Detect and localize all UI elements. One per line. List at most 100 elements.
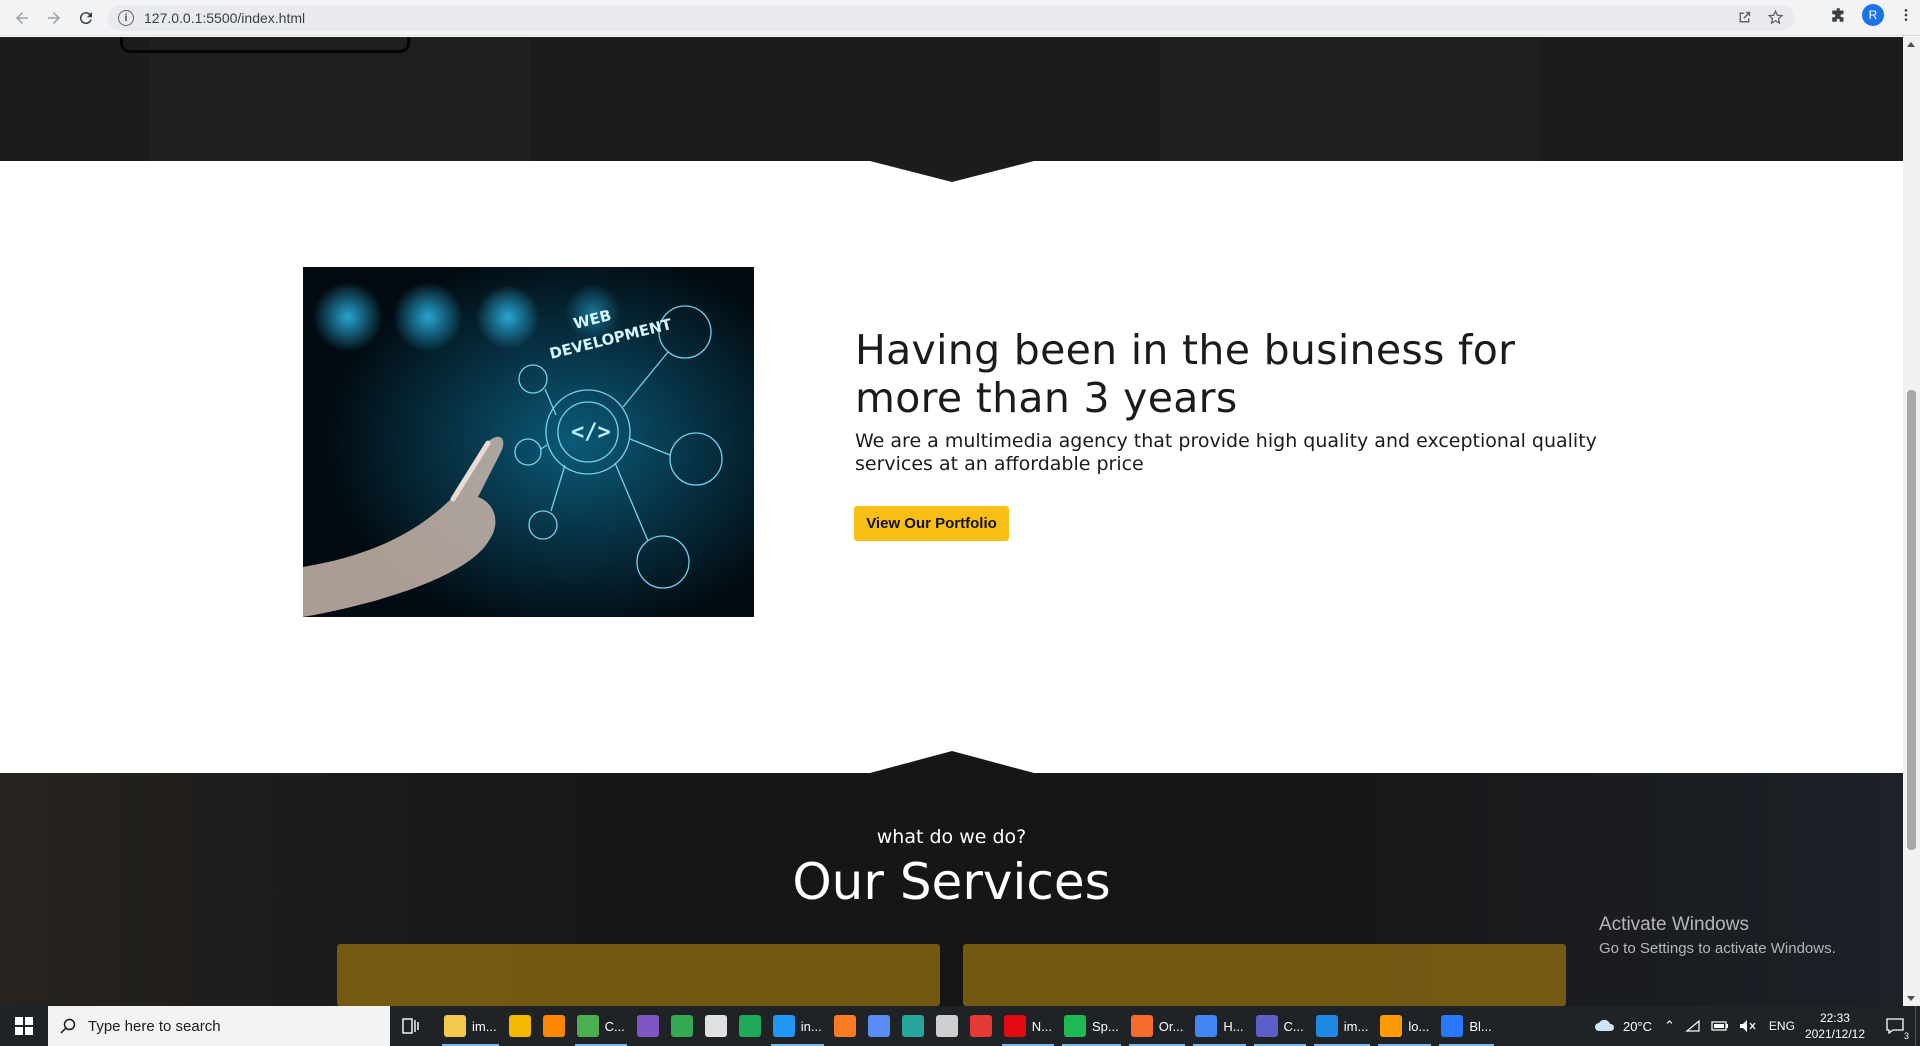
taskbar-app-label: N... bbox=[1031, 1018, 1052, 1034]
chrome-profile-icon bbox=[1195, 1015, 1218, 1037]
bookmark-star-icon[interactable] bbox=[1767, 9, 1784, 26]
network-icon[interactable] bbox=[1685, 1019, 1701, 1033]
services-title: Our Services bbox=[792, 853, 1111, 911]
taskbar-app-label: Bl... bbox=[1469, 1018, 1492, 1034]
site-info-icon[interactable]: i bbox=[118, 10, 134, 26]
about-title: Having been in the business for more tha… bbox=[855, 326, 1516, 422]
taskbar-app-visual-studio[interactable] bbox=[631, 1006, 665, 1046]
taskbar-app-chrome-profile[interactable]: H... bbox=[1189, 1006, 1249, 1046]
battery-icon[interactable] bbox=[1711, 1020, 1729, 1032]
address-bar[interactable]: i 127.0.0.1:5500/index.html bbox=[108, 5, 1794, 31]
taskbar-app-spotify[interactable]: Sp... bbox=[1058, 1006, 1125, 1046]
taskbar-app-illustrator[interactable]: lo... bbox=[1374, 1006, 1435, 1046]
cloud-app-icon bbox=[704, 1015, 727, 1037]
search-placeholder: Type here to search bbox=[88, 1017, 221, 1035]
services-divider-notch bbox=[870, 751, 1034, 773]
scroll-up-arrow-icon[interactable] bbox=[1907, 42, 1915, 47]
browser-toolbar: i 127.0.0.1:5500/index.html R bbox=[0, 0, 1920, 36]
taskbar-app-file-explorer[interactable]: im... bbox=[438, 1006, 503, 1046]
taskbar-app-origin[interactable]: Or... bbox=[1125, 1006, 1190, 1046]
taskbar-app-bluetooth[interactable]: Bl... bbox=[1435, 1006, 1497, 1046]
clock-date: 2021/12/12 bbox=[1804, 1027, 1865, 1041]
taskbar-app-teams[interactable]: C... bbox=[1250, 1006, 1310, 1046]
taskbar-app-label: C... bbox=[604, 1018, 625, 1034]
taskbar-search-box[interactable]: Type here to search bbox=[48, 1006, 390, 1046]
about-text-block: Having been in the business for more tha… bbox=[855, 326, 1615, 476]
weather-temperature[interactable]: 20°C bbox=[1623, 1019, 1652, 1034]
vlc-icon bbox=[542, 1015, 565, 1037]
taskbar-app-spreadsheet[interactable]: C... bbox=[571, 1006, 631, 1046]
service-card[interactable] bbox=[963, 944, 1566, 1006]
about-description: We are a multimedia agency that provide … bbox=[855, 430, 1597, 475]
windows-logo-icon bbox=[15, 1017, 33, 1035]
svg-text:</>: </> bbox=[571, 420, 611, 445]
opera-icon bbox=[969, 1015, 992, 1037]
back-button[interactable] bbox=[6, 2, 38, 34]
unity-icon bbox=[935, 1015, 958, 1037]
taskbar-app-vlc[interactable] bbox=[537, 1006, 571, 1046]
forward-button[interactable] bbox=[38, 2, 70, 34]
taskbar-app-chrome[interactable] bbox=[665, 1006, 699, 1046]
taskbar-app-vscode[interactable]: in... bbox=[767, 1006, 828, 1046]
forward-arrow-icon bbox=[48, 11, 60, 24]
page-scrollbar[interactable] bbox=[1903, 37, 1920, 1006]
spreadsheet-icon bbox=[576, 1015, 599, 1037]
action-center-button[interactable]: 3 bbox=[1875, 1006, 1915, 1046]
taskbar-app-player[interactable] bbox=[503, 1006, 537, 1046]
service-card[interactable] bbox=[337, 944, 940, 1006]
reload-icon bbox=[79, 11, 92, 24]
show-desktop-button[interactable] bbox=[1915, 1006, 1920, 1046]
view-portfolio-button[interactable]: View Our Portfolio bbox=[854, 506, 1009, 541]
taskbar-app-label: in... bbox=[800, 1018, 822, 1034]
input-language[interactable]: ENG bbox=[1769, 1019, 1795, 1033]
hero-device-outline bbox=[120, 37, 410, 53]
page-viewport: </> WEB DEVELOPMENT Having been in the b… bbox=[0, 37, 1903, 1006]
taskbar-app-netflix[interactable]: N... bbox=[998, 1006, 1058, 1046]
activate-windows-watermark: Activate Windows Go to Settings to activ… bbox=[1599, 914, 1836, 957]
origin-icon bbox=[1130, 1015, 1153, 1037]
activate-windows-hint: Go to Settings to activate Windows. bbox=[1599, 940, 1836, 957]
taskbar-app-label: im... bbox=[1343, 1018, 1369, 1034]
scrollbar-thumb[interactable] bbox=[1907, 390, 1916, 850]
maps-icon bbox=[738, 1015, 761, 1037]
taskbar-app-maps[interactable] bbox=[733, 1006, 767, 1046]
illustrator-icon bbox=[1380, 1015, 1403, 1037]
extensions-icon[interactable] bbox=[1830, 6, 1848, 24]
hero-section-bottom bbox=[0, 37, 1903, 161]
taskbar-app-label: C... bbox=[1283, 1018, 1304, 1034]
taskbar-app-opera[interactable] bbox=[964, 1006, 998, 1046]
taskbar-app-music-app[interactable] bbox=[862, 1006, 896, 1046]
clock-time: 22:33 bbox=[1819, 1011, 1850, 1025]
weather-cloud-icon[interactable] bbox=[1593, 1017, 1617, 1035]
taskbar-app-app-3[interactable] bbox=[896, 1006, 930, 1046]
taskbar-app-xampp[interactable] bbox=[828, 1006, 862, 1046]
search-icon bbox=[60, 1018, 76, 1034]
section-divider-notch bbox=[870, 161, 1034, 182]
visual-studio-icon bbox=[636, 1015, 659, 1037]
taskbar-app-photos[interactable]: im... bbox=[1310, 1006, 1375, 1046]
xampp-icon bbox=[833, 1015, 856, 1037]
task-view-icon bbox=[402, 1018, 419, 1034]
player-icon bbox=[508, 1015, 531, 1037]
share-icon[interactable] bbox=[1736, 9, 1753, 26]
vscode-icon bbox=[772, 1015, 795, 1037]
system-clock[interactable]: 22:33 2021/12/12 bbox=[1805, 1010, 1865, 1042]
reload-button[interactable] bbox=[70, 2, 102, 34]
url-text: 127.0.0.1:5500/index.html bbox=[144, 10, 306, 26]
taskbar-apps: im... C... in... N... Sp... Or... H... C... im..… bbox=[438, 1006, 1498, 1046]
scroll-down-arrow-icon[interactable] bbox=[1907, 996, 1915, 1001]
volume-muted-icon[interactable] bbox=[1739, 1019, 1757, 1033]
bluetooth-icon bbox=[1441, 1015, 1464, 1037]
taskbar-app-label: Sp... bbox=[1092, 1018, 1119, 1034]
music-app-icon bbox=[867, 1015, 890, 1037]
taskbar-app-unity[interactable] bbox=[930, 1006, 964, 1046]
taskbar-app-cloud-app[interactable] bbox=[699, 1006, 733, 1046]
notification-count: 3 bbox=[1903, 1031, 1909, 1041]
start-button[interactable] bbox=[0, 1006, 48, 1046]
profile-avatar[interactable]: R bbox=[1862, 4, 1884, 26]
show-hidden-icons-icon[interactable]: ⌃ bbox=[1664, 1018, 1675, 1034]
services-subtitle: what do we do? bbox=[876, 826, 1027, 848]
menu-kebab-icon[interactable] bbox=[1898, 7, 1914, 23]
system-tray: 20°C ⌃ ENG 22:33 2021/12/12 3 bbox=[1593, 1006, 1920, 1046]
task-view-button[interactable] bbox=[390, 1006, 432, 1046]
